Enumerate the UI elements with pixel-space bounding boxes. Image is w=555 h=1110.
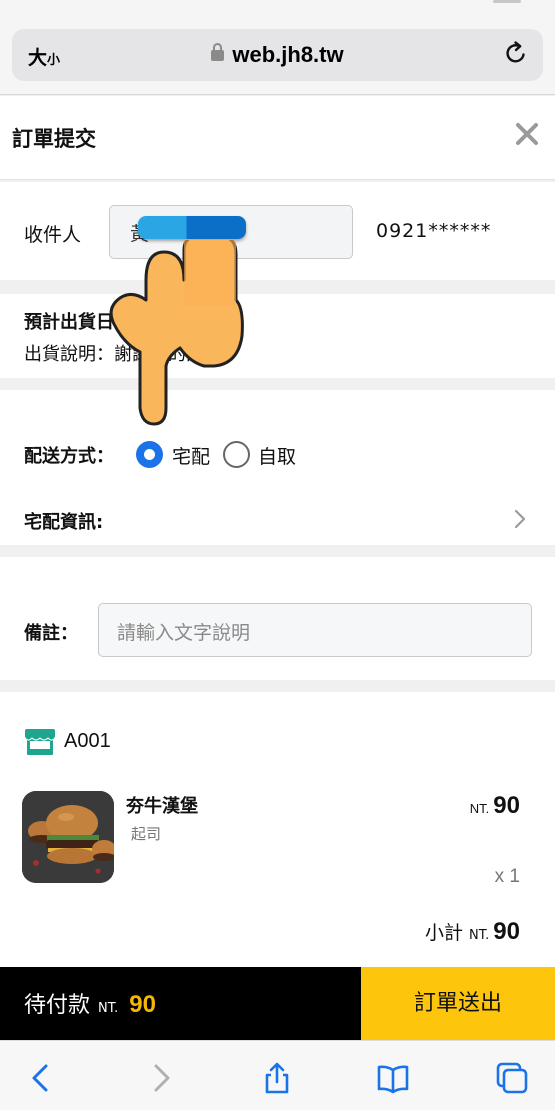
share-icon[interactable] — [260, 1061, 294, 1095]
store-icon — [24, 729, 56, 755]
price-value: 90 — [493, 792, 520, 819]
product-thumbnail — [22, 791, 114, 883]
ship-date-row: 預計出貨日： 30(二) — [24, 308, 191, 334]
subtotal-row: 小計 NT. 90 — [425, 918, 520, 946]
recipient-label: 收件人 — [24, 224, 82, 246]
price-currency: NT. — [469, 801, 490, 816]
payment-due: 待付款 NT. 90 — [0, 967, 361, 1040]
cart-section: A001 夯牛漢堡 起司 NT. 90 x 1 小計 NT. 90 — [0, 692, 555, 967]
submit-order-button[interactable]: 訂單送出 — [361, 967, 555, 1040]
payment-bar: 待付款 NT. 90 訂單送出 — [0, 967, 555, 1040]
recipient-name-field[interactable]: 黃 — [109, 205, 353, 259]
payment-due-label: 待付款 — [24, 993, 91, 1018]
radio-home-delivery[interactable] — [136, 441, 163, 468]
burger-image — [22, 791, 114, 883]
ship-date-label: 預計出貨日： — [24, 312, 132, 333]
chevron-right-icon[interactable] — [513, 508, 527, 530]
shipping-info-section: 預計出貨日： 30(二) 出貨說明：謝謝您的訂購！ — [0, 294, 555, 378]
subtotal-currency: NT. — [469, 928, 490, 943]
subtotal-label: 小計 — [424, 922, 463, 944]
forward-icon[interactable] — [144, 1061, 178, 1095]
address-bar[interactable]: 大小 web.jh8.tw — [12, 29, 543, 81]
ship-note: 出貨說明：謝謝您的訂購！ — [24, 344, 240, 365]
browser-toolbar — [0, 1040, 555, 1110]
radio-self-pickup[interactable] — [223, 441, 250, 468]
delivery-method-label: 配送方式： — [24, 446, 114, 467]
redaction-bar — [138, 216, 246, 239]
store-name: A001 — [64, 730, 111, 752]
top-handle — [493, 0, 521, 3]
subtotal-value: 90 — [493, 918, 520, 945]
back-icon[interactable] — [24, 1061, 58, 1095]
page-title: 訂單提交 — [12, 127, 96, 151]
remarks-section: 備註： 請輸入文字說明 — [0, 557, 555, 680]
bookmarks-icon[interactable] — [376, 1061, 410, 1095]
recipient-phone: 0921****** — [376, 220, 492, 242]
product-quantity: x 1 — [494, 866, 520, 887]
close-icon[interactable] — [511, 118, 543, 150]
product-option: 起司 — [131, 825, 162, 843]
payment-amount: 90 — [129, 991, 156, 1018]
recipient-section: 收件人 黃 0921****** — [0, 182, 555, 280]
page-header: 訂單提交 — [0, 96, 555, 180]
payment-due-row: 待付款 NT. 90 — [24, 987, 156, 1019]
lock-icon — [211, 43, 225, 61]
url-text: web.jh8.tw — [232, 42, 344, 67]
remarks-placeholder: 請輸入文字說明 — [117, 622, 251, 644]
home-delivery-info-row[interactable]: 宅配資訊: — [24, 508, 103, 534]
option-self-pickup-label[interactable]: 自取 — [258, 442, 296, 469]
ship-date-value: 30(二) — [136, 312, 191, 333]
option-home-delivery-label[interactable]: 宅配 — [172, 442, 210, 469]
reload-icon[interactable] — [503, 40, 529, 66]
product-price: NT. 90 — [470, 792, 520, 820]
delivery-section: 配送方式： 宅配 自取 宅配資訊: — [0, 390, 555, 545]
remarks-input[interactable]: 請輸入文字說明 — [98, 603, 532, 657]
tabs-icon[interactable] — [495, 1061, 529, 1095]
payment-currency: NT. — [98, 1001, 119, 1016]
browser-top-bar: 大小 web.jh8.tw — [0, 0, 555, 95]
product-name: 夯牛漢堡 — [126, 796, 198, 817]
remarks-label: 備註： — [24, 623, 78, 644]
url-display[interactable]: web.jh8.tw — [12, 42, 543, 68]
